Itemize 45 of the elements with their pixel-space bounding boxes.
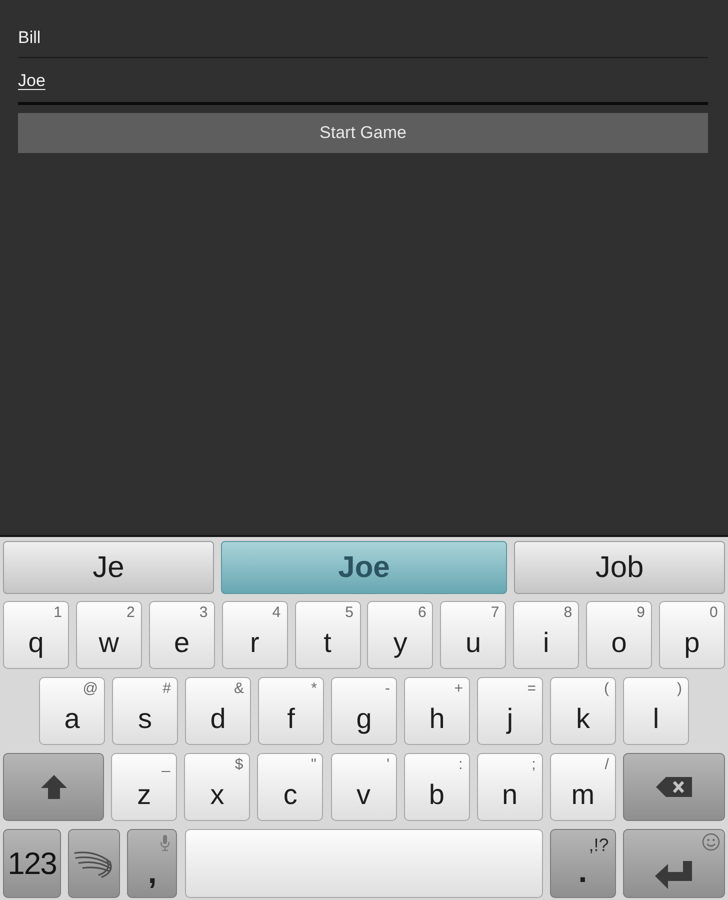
letter-key[interactable]: x $ <box>184 753 250 821</box>
letter-key[interactable]: g - <box>331 677 397 745</box>
suggestion-button[interactable]: Job <box>514 541 725 594</box>
letter-key[interactable]: o 9 <box>586 601 652 669</box>
backspace-key[interactable] <box>623 753 725 821</box>
letter-key[interactable]: z _ <box>111 753 178 821</box>
text-field[interactable]: Joe <box>18 58 708 105</box>
letter-key[interactable]: j = <box>477 677 543 745</box>
letter-key[interactable]: w 2 <box>76 601 142 669</box>
letter-key[interactable]: n ; <box>476 753 543 821</box>
letter-key[interactable]: i 8 <box>513 601 580 669</box>
logo-key[interactable] <box>68 829 120 898</box>
letter-key[interactable]: c " <box>257 753 324 821</box>
letter-key[interactable]: p 0 <box>658 601 725 669</box>
enter-arrow-icon <box>654 861 693 889</box>
letter-key[interactable]: f * <box>258 677 324 745</box>
symbols-key[interactable]: 123 <box>3 829 61 898</box>
shift-key[interactable] <box>3 753 104 821</box>
smiley-icon <box>702 833 720 851</box>
microphone-icon <box>160 835 170 851</box>
shift-arrow-icon <box>40 775 66 799</box>
letter-key[interactable]: u 7 <box>440 601 506 669</box>
letter-key[interactable]: m / <box>550 753 616 821</box>
letter-key[interactable]: b : <box>404 753 470 821</box>
letter-key[interactable]: d & <box>185 677 251 745</box>
letter-key[interactable]: l ) <box>623 677 689 745</box>
swoosh-logo-icon <box>74 850 114 878</box>
letter-key[interactable]: a @ <box>39 677 105 745</box>
letter-key[interactable]: r 4 <box>222 601 288 669</box>
start-game-button[interactable]: Start Game <box>18 113 708 153</box>
suggestion-button[interactable]: Joe <box>221 541 507 594</box>
comma-key[interactable]: , <box>127 829 178 898</box>
letter-key[interactable]: h + <box>404 677 470 745</box>
enter-key[interactable] <box>622 829 725 898</box>
letter-key[interactable]: s # <box>112 677 178 745</box>
letter-key[interactable]: v ' <box>330 753 396 821</box>
letter-key[interactable]: k ( <box>550 677 616 745</box>
backspace-icon <box>656 777 692 797</box>
letter-key[interactable]: e 3 <box>148 601 215 669</box>
letter-key[interactable]: t 5 <box>294 601 360 669</box>
letter-key[interactable]: q 1 <box>3 601 69 669</box>
text-field[interactable]: Bill <box>18 18 708 58</box>
letter-key[interactable]: y 6 <box>367 601 434 669</box>
suggestion-button[interactable]: Je <box>3 541 214 594</box>
period-key[interactable]: . ,!? <box>550 829 616 898</box>
